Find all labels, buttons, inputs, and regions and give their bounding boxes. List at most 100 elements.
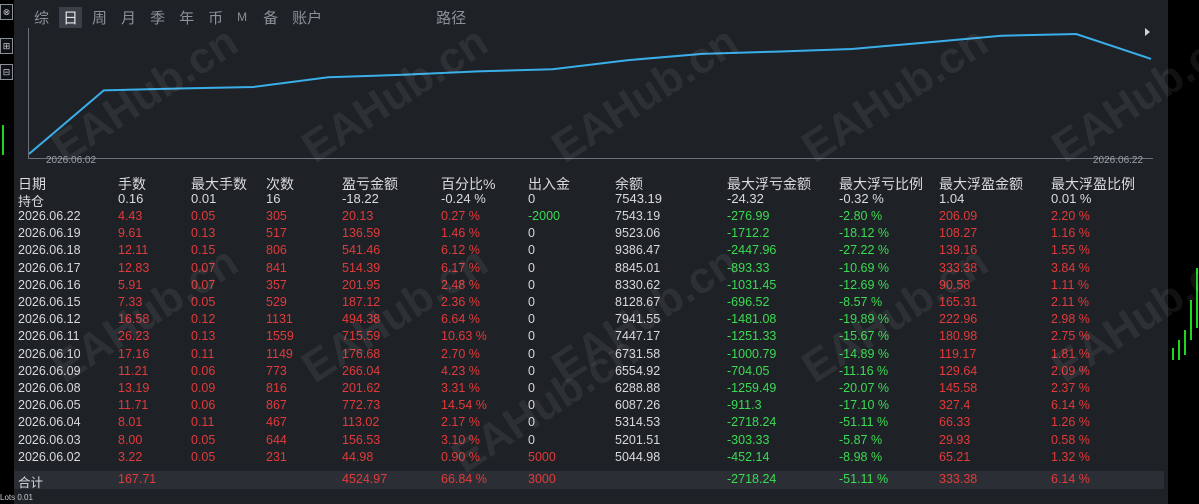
cell-max-runup: 180.98 xyxy=(939,329,978,344)
cell-trades: 517 xyxy=(266,226,287,241)
cell-max-runup-pct: 1.16 % xyxy=(1051,226,1090,241)
cell-max-dd: -2718.24 xyxy=(727,415,777,430)
tab-week[interactable]: 周 xyxy=(88,7,111,28)
indicator-bar xyxy=(1172,348,1174,360)
cell-profit: 176.68 xyxy=(342,346,381,361)
cell-deposit: 0 xyxy=(528,398,535,413)
cell-trades: 529 xyxy=(266,295,287,309)
cell-max-dd-pct: -10.69 % xyxy=(839,260,890,275)
cell-max-dd-pct: -19.89 % xyxy=(839,312,890,327)
cell-max-runup: 66.33 xyxy=(939,415,971,430)
cell-deposit: 0 xyxy=(528,243,535,258)
cell-trades: 816 xyxy=(266,381,287,395)
cell-profit: 156.53 xyxy=(342,432,381,447)
cell-deposit: 0 xyxy=(528,346,535,361)
tab-summary[interactable]: 综 xyxy=(30,7,53,28)
tab-year[interactable]: 年 xyxy=(175,7,198,28)
cell-max-runup: 206.09 xyxy=(939,209,978,223)
cell-percent: 6.64 % xyxy=(441,312,480,327)
cell-max-dd-pct: -27.22 % xyxy=(839,243,890,258)
cell-lots: 11.21 xyxy=(118,363,149,378)
cell-lots: 8.00 xyxy=(118,432,143,447)
cell-max-dd: -1251.33 xyxy=(727,329,777,344)
cell-max-dd-pct: -51.11 % xyxy=(839,415,889,430)
balance-chart xyxy=(28,28,1153,159)
cell-lots: 7.33 xyxy=(118,295,143,309)
cell-balance: 7941.55 xyxy=(615,312,661,327)
cell-percent: 3.31 % xyxy=(441,381,480,395)
cell-lots: 5.91 xyxy=(118,277,143,292)
cell-trades: 16 xyxy=(266,191,281,206)
cell-max-dd: -704.05 xyxy=(727,363,770,378)
collapse-icon[interactable]: ⊟ xyxy=(0,64,13,80)
tab-path[interactable]: 路径 xyxy=(432,7,470,28)
cell-balance: 9386.47 xyxy=(615,243,661,258)
cell-deposit: 0 xyxy=(528,295,535,309)
cell-date: 2026.06.08 xyxy=(18,381,81,395)
left-toolbar: ⊗ ⊞ ⊟ xyxy=(0,0,14,504)
cell-deposit: 0 xyxy=(528,363,535,378)
close-icon[interactable]: ⊗ xyxy=(0,4,13,20)
cell-profit: 20.13 xyxy=(342,209,374,223)
expand-icon[interactable]: ⊞ xyxy=(0,38,13,54)
balance-line xyxy=(29,32,1152,155)
cell-balance: 7543.19 xyxy=(615,209,661,223)
cell-date: 2026.06.18 xyxy=(18,243,81,258)
tab-currency[interactable]: 币 xyxy=(204,7,227,28)
cell-profit: 4524.97 xyxy=(342,472,388,486)
cell-max-runup: 165.31 xyxy=(939,295,978,309)
cell-max-dd: -1712.2 xyxy=(727,226,770,241)
cell-max-runup-pct: 2.11 % xyxy=(1051,295,1089,309)
cell-profit: 541.46 xyxy=(342,243,381,258)
cell-balance: 7543.19 xyxy=(615,191,662,206)
cell-max-dd: -1481.08 xyxy=(727,312,777,327)
cell-date: 合计 xyxy=(18,476,44,490)
cell-balance: 5314.53 xyxy=(615,415,661,430)
period-tabs: 综 日 周 月 季 年 币 M 备 账户 路径 xyxy=(30,6,476,28)
tab-magic[interactable]: M xyxy=(233,10,251,24)
cell-max-dd-pct: -11.16 % xyxy=(839,363,889,378)
cell-trades: 644 xyxy=(266,432,287,447)
cell-max-runup-pct: 2.75 % xyxy=(1051,329,1090,344)
cell-balance: 5044.98 xyxy=(615,449,661,464)
cell-balance: 8330.62 xyxy=(615,277,661,292)
tab-month[interactable]: 月 xyxy=(117,7,140,28)
cell-percent: 6.12 % xyxy=(441,243,480,258)
cell-max-lots: 0.12 xyxy=(191,312,216,327)
cell-max-dd-pct: -20.07 % xyxy=(839,381,890,395)
cell-max-lots: 0.07 xyxy=(191,260,216,275)
cell-profit: 514.39 xyxy=(342,260,381,275)
cell-percent: 0.90 % xyxy=(441,449,480,464)
cell-trades: 806 xyxy=(266,243,287,258)
balance-chart-svg xyxy=(29,32,1152,155)
cell-max-runup: 145.58 xyxy=(939,381,978,395)
tab-quarter[interactable]: 季 xyxy=(146,7,169,28)
tab-day[interactable]: 日 xyxy=(59,6,83,28)
cell-max-lots: 0.06 xyxy=(191,363,216,378)
cell-max-dd-pct: -8.98 % xyxy=(839,449,883,464)
cell-max-dd-pct: -5.87 % xyxy=(839,432,883,447)
cell-max-runup: 29.93 xyxy=(939,432,971,447)
cell-date: 2026.06.11 xyxy=(18,329,80,344)
cell-lots: 12.83 xyxy=(118,260,150,275)
cell-max-runup: 139.16 xyxy=(939,243,978,258)
cell-max-runup-pct: 1.11 % xyxy=(1051,277,1089,292)
cell-percent: 4.23 % xyxy=(441,363,480,378)
tab-note[interactable]: 备 xyxy=(259,7,282,28)
cell-max-runup: 119.17 xyxy=(939,346,977,361)
cell-trades: 1149 xyxy=(266,346,293,361)
cell-max-lots: 0.05 xyxy=(191,449,216,464)
cell-balance: 8128.67 xyxy=(615,295,661,309)
cell-max-lots: 0.11 xyxy=(191,415,215,430)
cell-trades: 1131 xyxy=(266,312,293,327)
cell-deposit: 0 xyxy=(528,415,535,430)
cell-max-dd-pct: -51.11 % xyxy=(839,472,889,486)
tab-account[interactable]: 账户 xyxy=(288,7,326,28)
cell-percent: 2.36 % xyxy=(441,295,480,309)
cell-profit: 201.95 xyxy=(342,277,381,292)
cell-percent: 66.84 % xyxy=(441,472,487,486)
cell-lots: 8.01 xyxy=(118,415,143,430)
cell-max-lots: 0.07 xyxy=(191,277,216,292)
cell-max-runup: 90.58 xyxy=(939,277,971,292)
cell-max-dd: -1259.49 xyxy=(727,381,777,395)
